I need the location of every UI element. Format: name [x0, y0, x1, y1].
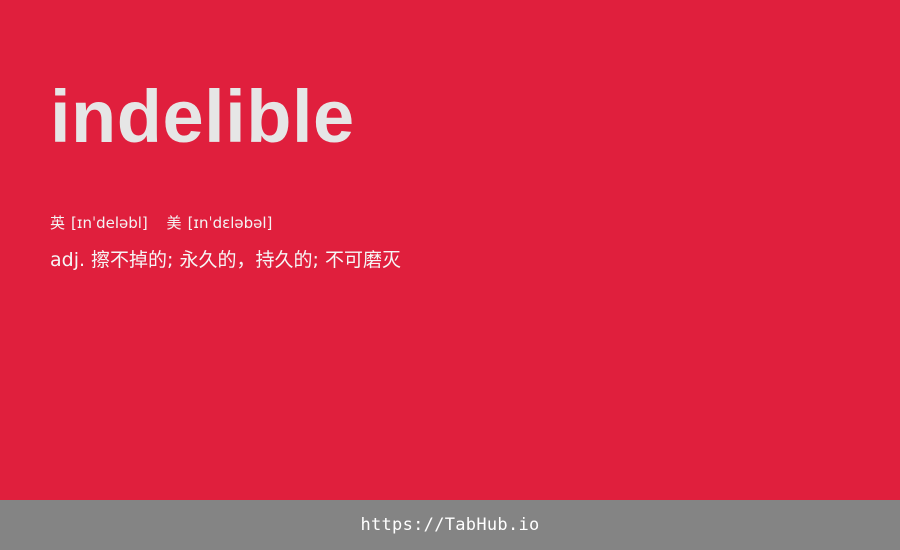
headword: indelible [50, 75, 355, 158]
phonetic-us: 美 [ɪnˈdɛləbəl] [167, 213, 273, 233]
footer-bar: https://TabHub.io [0, 500, 900, 550]
tabhub-link[interactable]: https://TabHub.io [360, 515, 539, 535]
phonetics: 英 [ɪnˈdeləbl] 美 [ɪnˈdɛləbəl] [50, 213, 286, 233]
phonetic-uk: 英 [ɪnˈdeləbl] [50, 213, 148, 233]
phonetic-us-region: 美 [166, 214, 182, 232]
definition: adj. 擦不掉的; 永久的，持久的; 不可磨灭 [50, 249, 401, 271]
phonetic-uk-region: 英 [50, 214, 66, 232]
word-card: indelible 英 [ɪnˈdeləbl] 美 [ɪnˈdɛləbəl] adj… [0, 0, 900, 500]
phonetic-us-ipa: [ɪnˈdɛləbəl] [187, 214, 273, 232]
phonetic-uk-ipa: [ɪnˈdeləbl] [71, 214, 148, 232]
